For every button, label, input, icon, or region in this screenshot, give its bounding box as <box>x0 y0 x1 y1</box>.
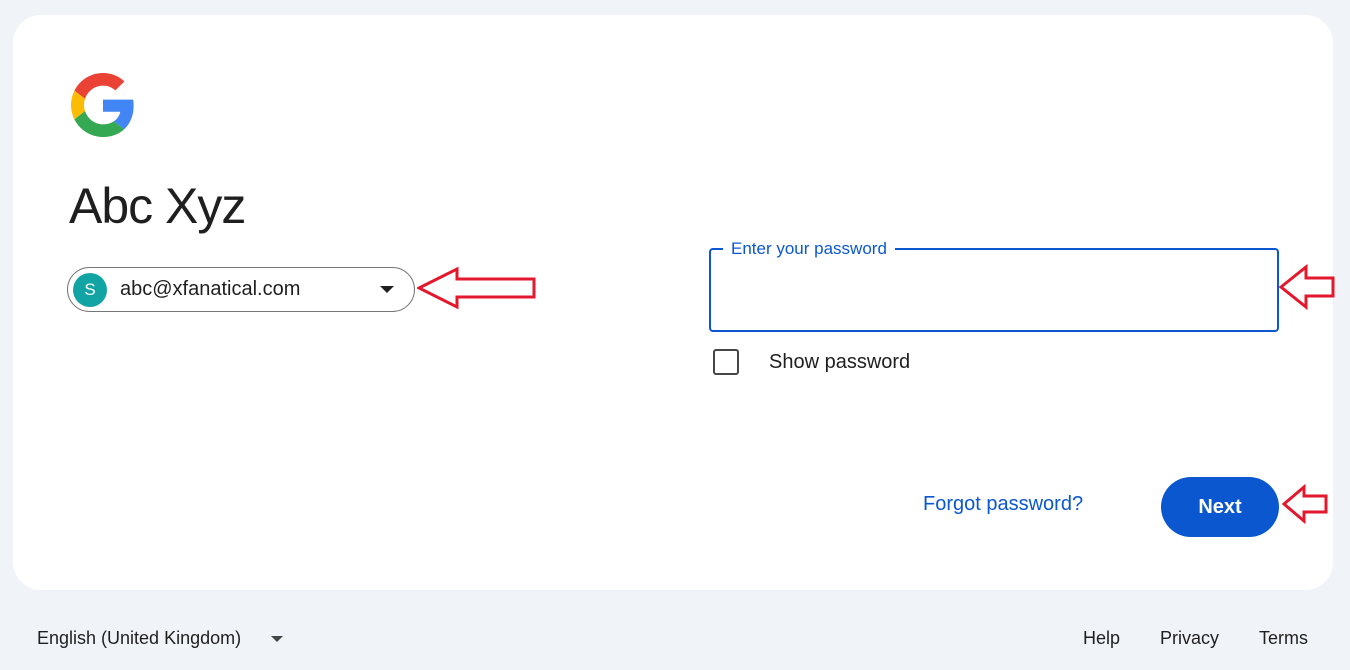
red-arrow-icon <box>1282 484 1328 524</box>
terms-link[interactable]: Terms <box>1259 628 1308 649</box>
footer-links: Help Privacy Terms <box>1083 628 1308 649</box>
password-input[interactable] <box>725 270 1259 312</box>
account-name-heading: Abc Xyz <box>69 178 246 234</box>
avatar: S <box>73 272 107 307</box>
help-link[interactable]: Help <box>1083 628 1120 649</box>
red-arrow-icon <box>1279 264 1335 310</box>
next-button[interactable]: Next <box>1161 477 1279 537</box>
show-password-label: Show password <box>769 350 911 373</box>
privacy-link[interactable]: Privacy <box>1160 628 1219 649</box>
forgot-password-link[interactable]: Forgot password? <box>923 493 1083 516</box>
show-password-checkbox[interactable] <box>713 349 739 375</box>
chevron-down-icon <box>271 635 284 642</box>
account-email: abc@xfanatical.com <box>120 278 301 300</box>
language-selector[interactable]: English (United Kingdom) <box>37 628 284 649</box>
red-arrow-icon <box>417 266 536 310</box>
chevron-down-icon <box>380 286 394 293</box>
account-chooser-chip[interactable]: S abc@xfanatical.com <box>67 267 415 312</box>
google-logo-icon <box>71 73 134 137</box>
password-field[interactable]: Enter your password <box>709 238 1279 332</box>
signin-page: Abc Xyz S abc@xfanatical.com Enter your … <box>0 0 1350 670</box>
password-field-label: Enter your password <box>723 238 895 260</box>
show-password-toggle[interactable]: Show password <box>713 349 910 375</box>
language-label: English (United Kingdom) <box>37 628 242 648</box>
signin-card: Abc Xyz S abc@xfanatical.com Enter your … <box>13 15 1333 590</box>
